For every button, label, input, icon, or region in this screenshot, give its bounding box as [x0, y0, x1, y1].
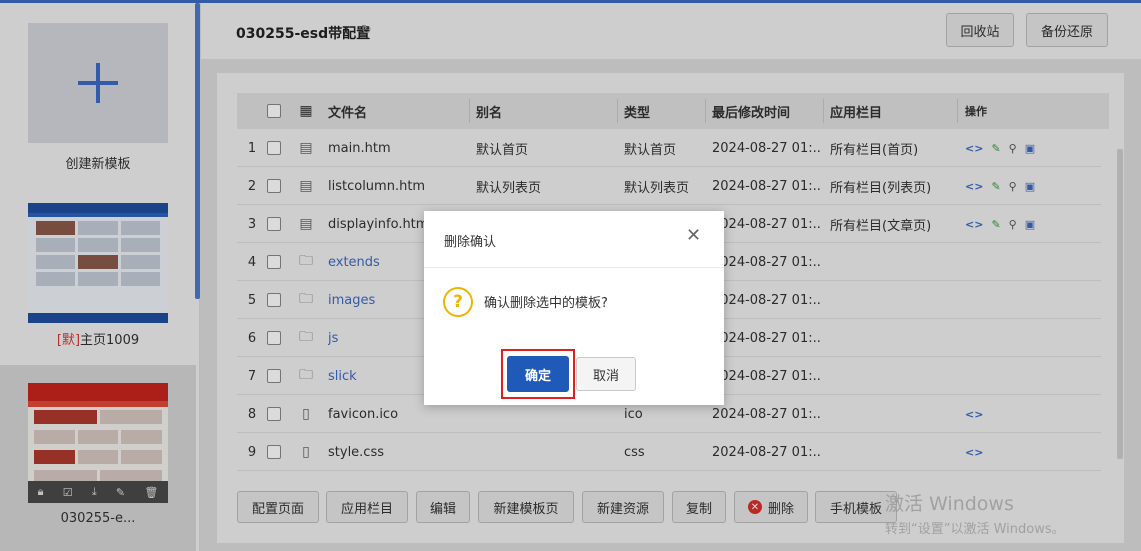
dialog-title: 删除确认: [444, 235, 497, 250]
confirm-button[interactable]: 确定: [507, 356, 569, 392]
windows-activation-watermark: 激活 Windows 转到“设置”以激活 Windows。: [885, 489, 1065, 537]
dialog-message: 确认删除选中的模板?: [484, 296, 608, 311]
watermark-line2: 转到“设置”以激活 Windows。: [885, 522, 1065, 537]
watermark-line1: 激活 Windows: [885, 493, 1014, 515]
dialog-divider: [424, 267, 724, 268]
close-icon[interactable]: ✕: [686, 225, 701, 246]
delete-confirm-dialog: 删除确认 ✕ ? 确认删除选中的模板? 确定 取消: [424, 211, 724, 405]
question-icon: ?: [443, 287, 473, 317]
cancel-button[interactable]: 取消: [576, 357, 636, 391]
